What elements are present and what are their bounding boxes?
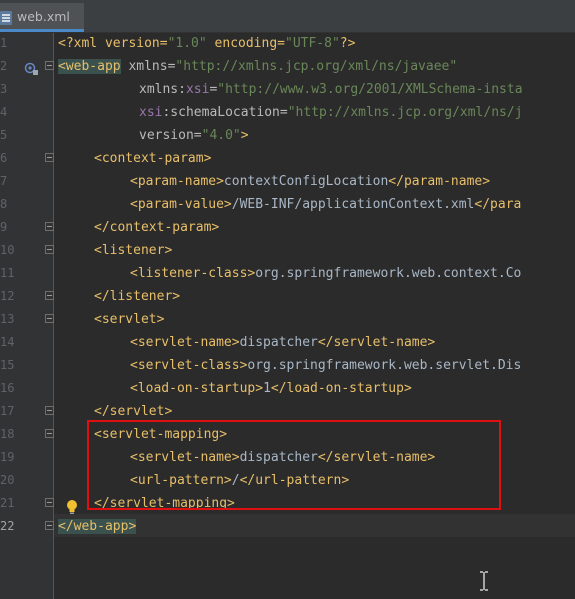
code-line-7: <param-name>contextConfigLocation</param…	[130, 174, 491, 189]
code-line-8: <param-value>/WEB-INF/applicationContext…	[130, 197, 522, 212]
line-number: 6	[0, 151, 8, 165]
code-line-4: xsi:schemaLocation="http://xmlns.jcp.org…	[139, 105, 523, 120]
fold-toggle-icon[interactable]	[45, 153, 54, 162]
code-line-15: <servlet-class>org.springframework.web.s…	[130, 358, 522, 373]
line-number: 16	[0, 381, 15, 395]
code-line-10: <listener>	[94, 243, 173, 258]
line-number: 13	[0, 312, 15, 326]
code-line-2: <web-app xmlns="http://xmlns.jcp.org/xml…	[58, 59, 458, 74]
code-line-16: <load-on-startup>1</load-on-startup>	[130, 381, 412, 396]
line-number: 5	[0, 128, 8, 142]
fold-end-icon[interactable]	[45, 521, 54, 530]
line-number: 2	[0, 59, 8, 73]
fold-end-icon[interactable]	[45, 406, 54, 415]
code-line-12: </listener>	[94, 289, 181, 304]
fold-toggle-icon[interactable]	[45, 61, 54, 70]
line-number: 21	[0, 496, 15, 510]
fold-end-icon[interactable]	[45, 498, 54, 507]
xml-file-icon	[0, 11, 12, 25]
line-number: 7	[0, 174, 8, 188]
line-number: 15	[0, 358, 15, 372]
line-number: 12	[0, 289, 15, 303]
fold-end-icon[interactable]	[45, 291, 54, 300]
line-number-current: 22	[0, 519, 15, 533]
code-line-3: xmlns:xsi="http://www.w3.org/2001/XMLSch…	[139, 82, 523, 97]
editor-tab-bar: web.xml	[0, 0, 575, 33]
line-number: 10	[0, 243, 15, 257]
code-line-11: <listener-class>org.springframework.web.…	[130, 266, 522, 281]
line-number: 19	[0, 450, 15, 464]
i-beam-cursor-icon	[478, 571, 490, 591]
line-number: 9	[0, 220, 8, 234]
code-line-22: </web-app>	[58, 519, 137, 534]
line-number: 20	[0, 473, 15, 487]
tab-label: web.xml	[17, 9, 70, 24]
line-number: 3	[0, 82, 8, 96]
code-line-6: <context-param>	[94, 151, 212, 166]
code-line-9: </context-param>	[94, 220, 220, 235]
line-number: 14	[0, 335, 15, 349]
fold-toggle-icon[interactable]	[45, 245, 54, 254]
line-number: 18	[0, 427, 15, 441]
line-number: 4	[0, 105, 8, 119]
code-line-5: version="4.0">	[139, 128, 249, 143]
annotation-highlight-box	[87, 420, 501, 510]
line-number: 11	[0, 266, 15, 280]
spring-config-icon[interactable]	[24, 60, 38, 75]
code-line-14: <servlet-name>dispatcher</servlet-name>	[130, 335, 436, 350]
line-number: 8	[0, 197, 8, 211]
tab-web-xml[interactable]: web.xml	[0, 3, 84, 32]
code-line-1: <?xml version="1.0" encoding="UTF-8"?>	[58, 36, 356, 51]
lightbulb-icon[interactable]	[66, 499, 78, 515]
fold-end-icon[interactable]	[45, 222, 54, 231]
code-line-13: <servlet>	[94, 312, 165, 327]
fold-toggle-icon[interactable]	[45, 314, 54, 323]
fold-toggle-icon[interactable]	[45, 429, 54, 438]
line-number: 17	[0, 404, 15, 418]
line-number: 1	[0, 36, 8, 50]
